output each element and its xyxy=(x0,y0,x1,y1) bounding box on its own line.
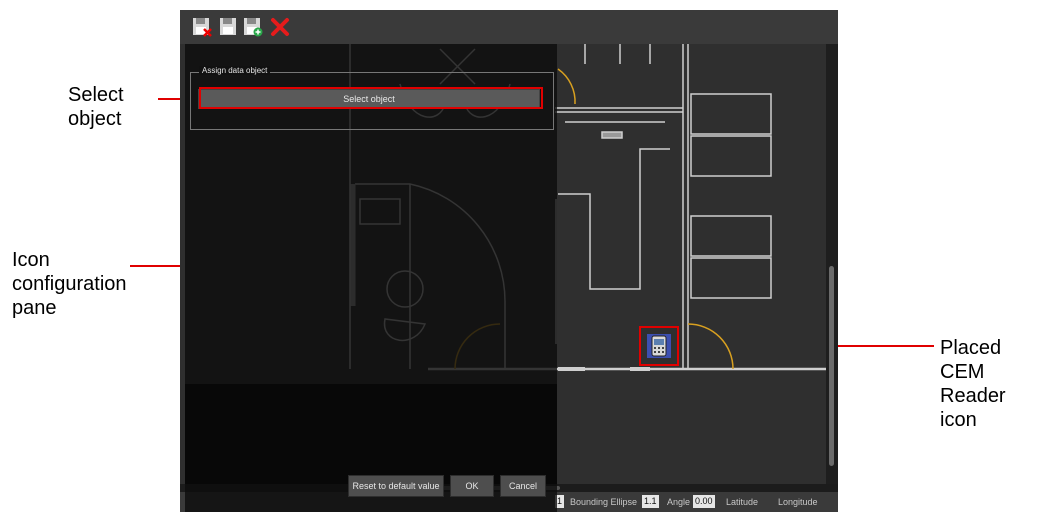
save-icon[interactable] xyxy=(218,17,238,37)
callout-line: CEM xyxy=(940,361,985,383)
callout-line: configuration xyxy=(12,273,127,295)
pane-lower-area xyxy=(185,384,557,484)
icon-configuration-pane: Assign data object Select object xyxy=(185,44,557,512)
save-close-icon[interactable] xyxy=(192,17,212,37)
callout-icon-pane-line xyxy=(130,265,182,267)
angle-label: Angle xyxy=(667,497,691,507)
card-reader-icon xyxy=(651,335,667,357)
callout-line: pane xyxy=(12,297,57,319)
ok-button[interactable]: OK xyxy=(450,475,494,497)
toolbar xyxy=(180,10,838,45)
vertical-scrollbar-thumb[interactable] xyxy=(829,266,834,466)
vertical-scrollbar[interactable] xyxy=(826,44,838,484)
callout-line: Placed xyxy=(940,337,1002,359)
callout-select-object: Select object xyxy=(68,83,124,131)
cem-reader-icon[interactable] xyxy=(647,334,671,358)
placed-cem-reader-highlight xyxy=(639,326,679,366)
callout-line: Icon xyxy=(12,249,50,271)
callout-line: icon xyxy=(940,409,977,431)
map-editor-window: 1 Bounding Ellipse 1.1 Angle 0.00 Latitu… xyxy=(180,10,838,512)
reset-to-default-button[interactable]: Reset to default value xyxy=(348,475,444,497)
callout-placed-reader: Placed CEM Reader icon xyxy=(940,336,1006,432)
bounding-ellipse-label: Bounding Ellipse xyxy=(570,497,638,507)
callout-line: Reader xyxy=(940,385,1006,407)
bounding-ellipse-input[interactable]: 1.1 xyxy=(642,495,659,508)
angle-input[interactable]: 0.00 xyxy=(693,495,715,508)
callout-line: object xyxy=(68,108,122,130)
callout-line: Select xyxy=(68,84,124,106)
latitude-label: Latitude xyxy=(726,497,759,507)
callout-icon-pane: Icon configuration pane xyxy=(12,248,127,320)
select-object-highlight xyxy=(199,87,543,109)
longitude-label: Longitude xyxy=(778,497,818,507)
cancel-button[interactable]: Cancel xyxy=(500,475,546,497)
close-red-x-icon[interactable] xyxy=(270,17,290,37)
group-title: Assign data object xyxy=(199,66,271,75)
save-add-icon[interactable] xyxy=(243,17,263,37)
